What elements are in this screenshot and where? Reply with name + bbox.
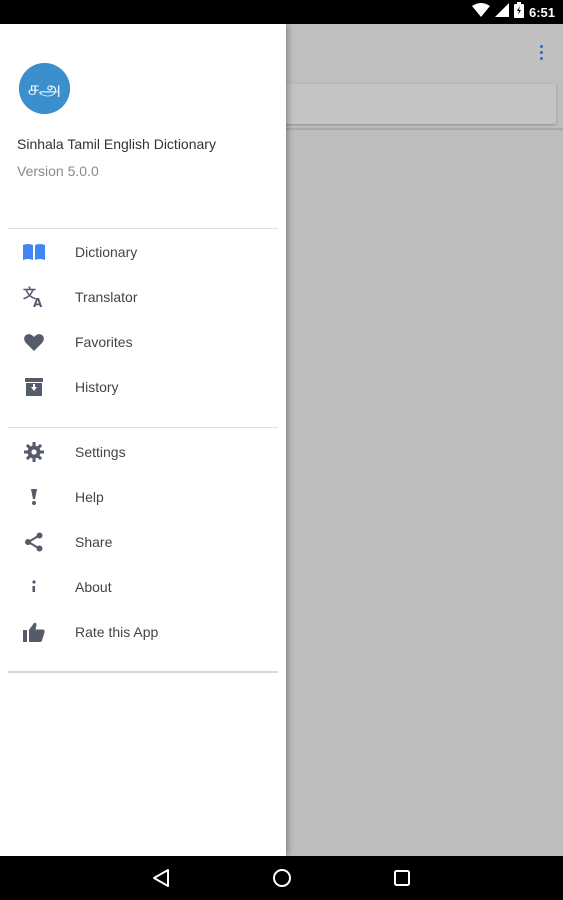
book-icon	[22, 240, 46, 264]
menu-item-translator[interactable]: 文A Translator	[0, 274, 286, 319]
app-name: Sinhala Tamil English Dictionary	[17, 136, 216, 152]
menu-label: Share	[75, 533, 113, 550]
menu-item-rate-app[interactable]: Rate this App	[0, 609, 286, 654]
menu-label: Rate this App	[75, 623, 159, 640]
app-version: Version 5.0.0	[17, 163, 99, 179]
thumbs-up-icon	[22, 620, 46, 644]
menu-label: Translator	[75, 288, 138, 305]
menu-item-settings[interactable]: Settings	[0, 429, 286, 474]
info-icon	[22, 575, 46, 599]
menu-item-help[interactable]: Help	[0, 474, 286, 519]
menu-label: Dictionary	[75, 243, 138, 260]
svg-text:A: A	[33, 296, 43, 308]
status-bar: 6:51	[0, 0, 563, 24]
battery-icon	[513, 1, 524, 23]
drawer-divider	[8, 671, 278, 673]
translate-icon: 文A	[22, 285, 46, 309]
home-icon[interactable]	[270, 866, 294, 890]
archive-icon	[22, 375, 46, 399]
menu-label: Favorites	[75, 333, 133, 350]
signal-icon	[494, 2, 509, 22]
system-nav-bar	[0, 856, 563, 900]
menu-item-dictionary[interactable]: Dictionary	[0, 229, 286, 274]
menu-item-share[interactable]: Share	[0, 519, 286, 564]
menu-item-about[interactable]: About	[0, 564, 286, 609]
app-logo: சஅ	[19, 63, 70, 114]
drawer-divider	[8, 427, 278, 428]
menu-label: History	[75, 378, 119, 395]
back-icon[interactable]	[149, 866, 173, 890]
menu-item-favorites[interactable]: Favorites	[0, 319, 286, 364]
menu-label: Help	[75, 488, 104, 505]
recents-icon[interactable]	[390, 866, 414, 890]
status-time: 6:51	[528, 4, 555, 20]
menu-label: About	[75, 578, 112, 595]
gear-icon	[22, 440, 46, 464]
drawer-header: சஅ Sinhala Tamil English Dictionary Vers…	[0, 24, 286, 228]
wifi-icon	[471, 2, 490, 22]
heart-icon	[22, 330, 46, 354]
navigation-drawer: சஅ Sinhala Tamil English Dictionary Vers…	[0, 24, 286, 856]
logo-glyph: சஅ	[28, 76, 61, 100]
menu-label: Settings	[75, 443, 126, 460]
menu-item-history[interactable]: History	[0, 364, 286, 409]
share-icon	[22, 530, 46, 554]
exclamation-icon	[22, 485, 46, 509]
